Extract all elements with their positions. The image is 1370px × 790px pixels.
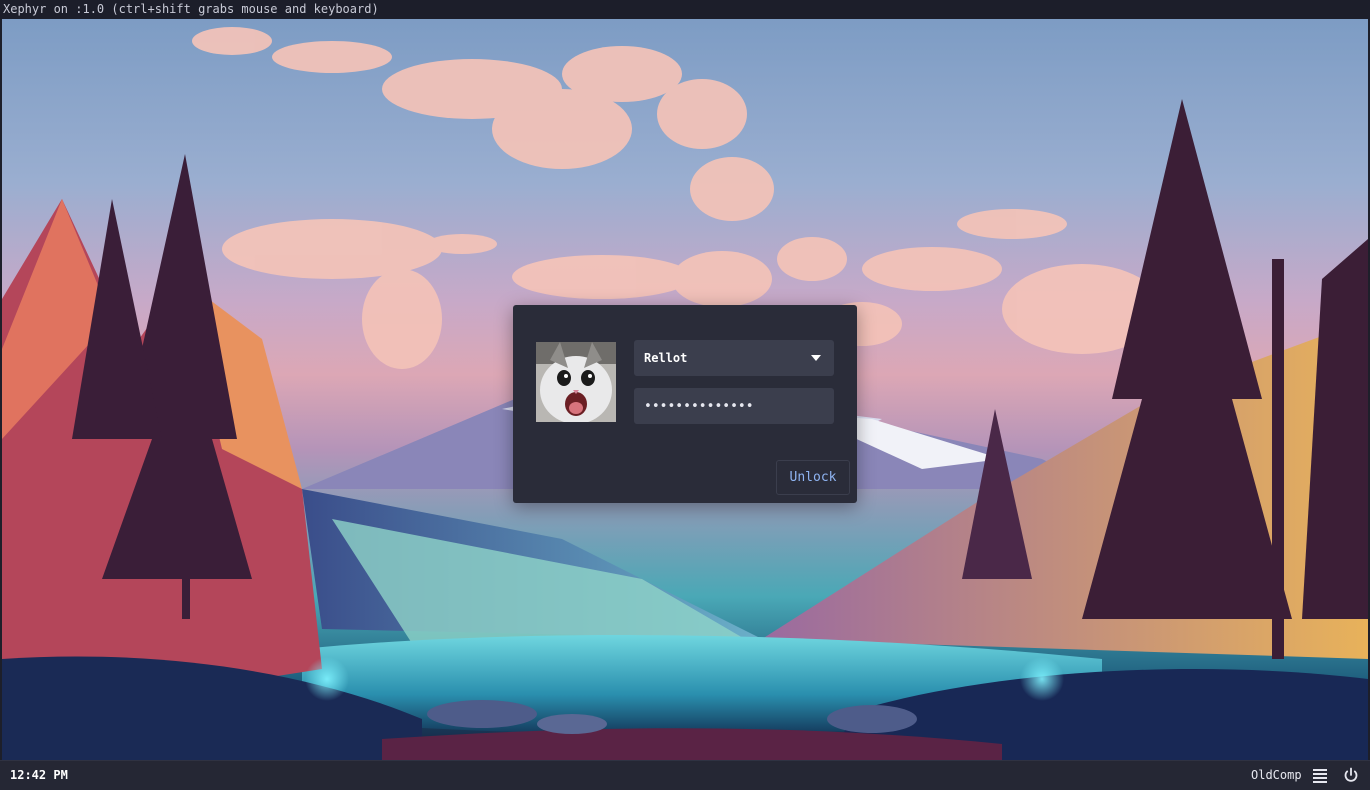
power-icon[interactable] (1343, 767, 1359, 783)
cat-avatar-icon (536, 342, 616, 422)
selected-user-label: Rellot (644, 351, 688, 365)
hamburger-menu-icon[interactable] (1312, 767, 1328, 783)
password-field[interactable] (634, 388, 834, 424)
user-avatar (536, 342, 616, 422)
hostname-label: OldComp (1251, 768, 1302, 782)
user-select-dropdown[interactable]: Rellot (634, 340, 834, 376)
chevron-down-icon (811, 355, 821, 361)
unlock-dialog: Rellot Unlock (513, 305, 857, 503)
window-title: Xephyr on :1.0 (ctrl+shift grabs mouse a… (0, 0, 1370, 19)
bottom-panel: 12:42 PM OldComp (0, 760, 1370, 790)
unlock-button[interactable]: Unlock (776, 460, 850, 495)
clock: 12:42 PM (10, 768, 68, 782)
